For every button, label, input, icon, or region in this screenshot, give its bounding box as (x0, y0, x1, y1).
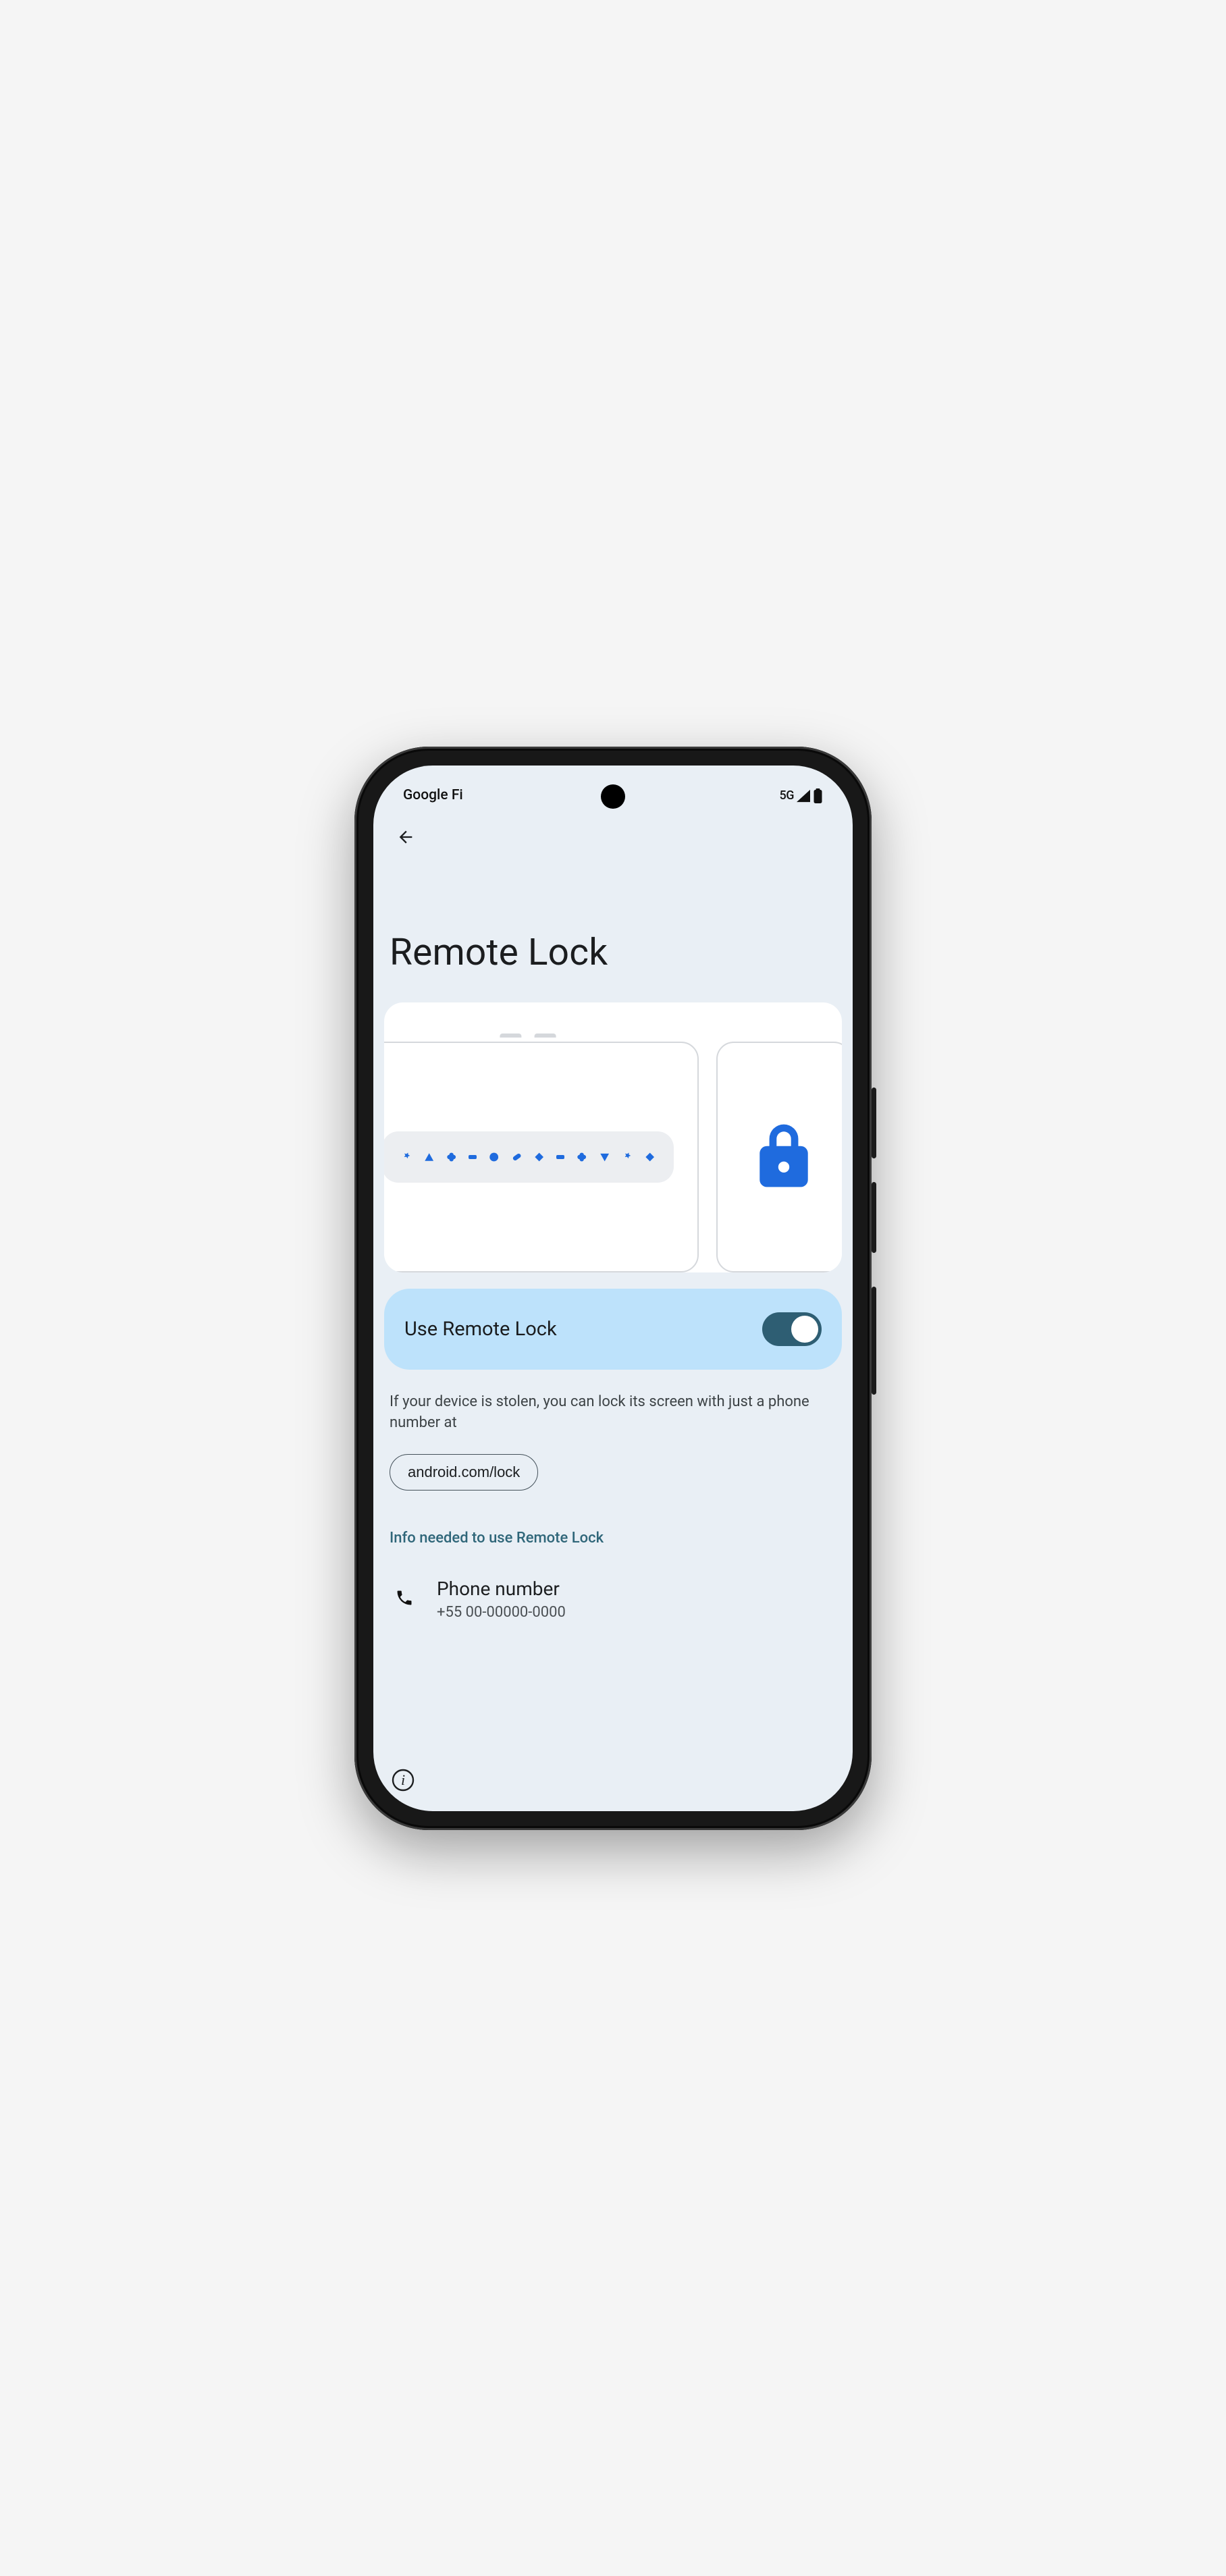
battery-icon (813, 788, 823, 803)
screen: Google Fi 5G Remote Loc (373, 766, 853, 1811)
description-text: If your device is stolen, you can lock i… (390, 1391, 836, 1434)
shape-triangle-down-icon (599, 1148, 610, 1166)
shape-diamond-icon (645, 1148, 655, 1166)
svg-text:i: i (401, 1771, 405, 1788)
shape-burst-icon (622, 1148, 632, 1166)
lock-icon (754, 1122, 814, 1192)
app-bar (384, 806, 842, 853)
shape-dash-icon (556, 1155, 564, 1159)
lock-url-chip[interactable]: android.com/lock (390, 1454, 538, 1491)
shape-quatrefoil-icon (577, 1148, 587, 1166)
use-remote-lock-label: Use Remote Lock (404, 1318, 557, 1341)
hero-illustration (384, 1002, 842, 1272)
network-label: 5G (780, 788, 795, 803)
toggle-knob (791, 1316, 818, 1343)
phone-number-value: +55 00-00000-0000 (437, 1604, 566, 1621)
shape-pill-icon (512, 1148, 522, 1166)
back-button[interactable] (390, 821, 422, 853)
use-remote-lock-card[interactable]: Use Remote Lock (384, 1289, 842, 1370)
info-section-header: Info needed to use Remote Lock (390, 1530, 842, 1547)
power-button[interactable] (872, 1287, 876, 1395)
phone-icon (395, 1588, 414, 1610)
shape-circle-icon (489, 1148, 499, 1166)
hero-password-device (384, 1042, 699, 1272)
page-content: Remote Lock (373, 806, 853, 1811)
shape-triangle-icon (424, 1148, 434, 1166)
volume-down-button[interactable] (872, 1182, 876, 1253)
use-remote-lock-toggle[interactable] (762, 1312, 822, 1346)
carrier-label: Google Fi (403, 787, 463, 803)
volume-up-button[interactable] (872, 1088, 876, 1158)
phone-number-title: Phone number (437, 1578, 566, 1600)
password-pill (384, 1131, 674, 1183)
info-icon[interactable]: i (391, 1768, 415, 1792)
page-title: Remote Lock (390, 931, 842, 974)
signal-icon (796, 789, 811, 803)
front-camera (601, 784, 625, 809)
lock-url-label: android.com/lock (408, 1464, 520, 1481)
shape-dash-icon (469, 1155, 477, 1159)
phone-number-row[interactable]: Phone number +55 00-00000-0000 (395, 1578, 842, 1621)
shape-quatrefoil-icon (446, 1148, 456, 1166)
shape-burst-icon (401, 1148, 411, 1166)
shape-diamond-icon (534, 1148, 544, 1166)
phone-frame: Google Fi 5G Remote Loc (354, 747, 872, 1830)
back-arrow-icon (396, 828, 415, 847)
hero-lock-device (716, 1042, 842, 1272)
